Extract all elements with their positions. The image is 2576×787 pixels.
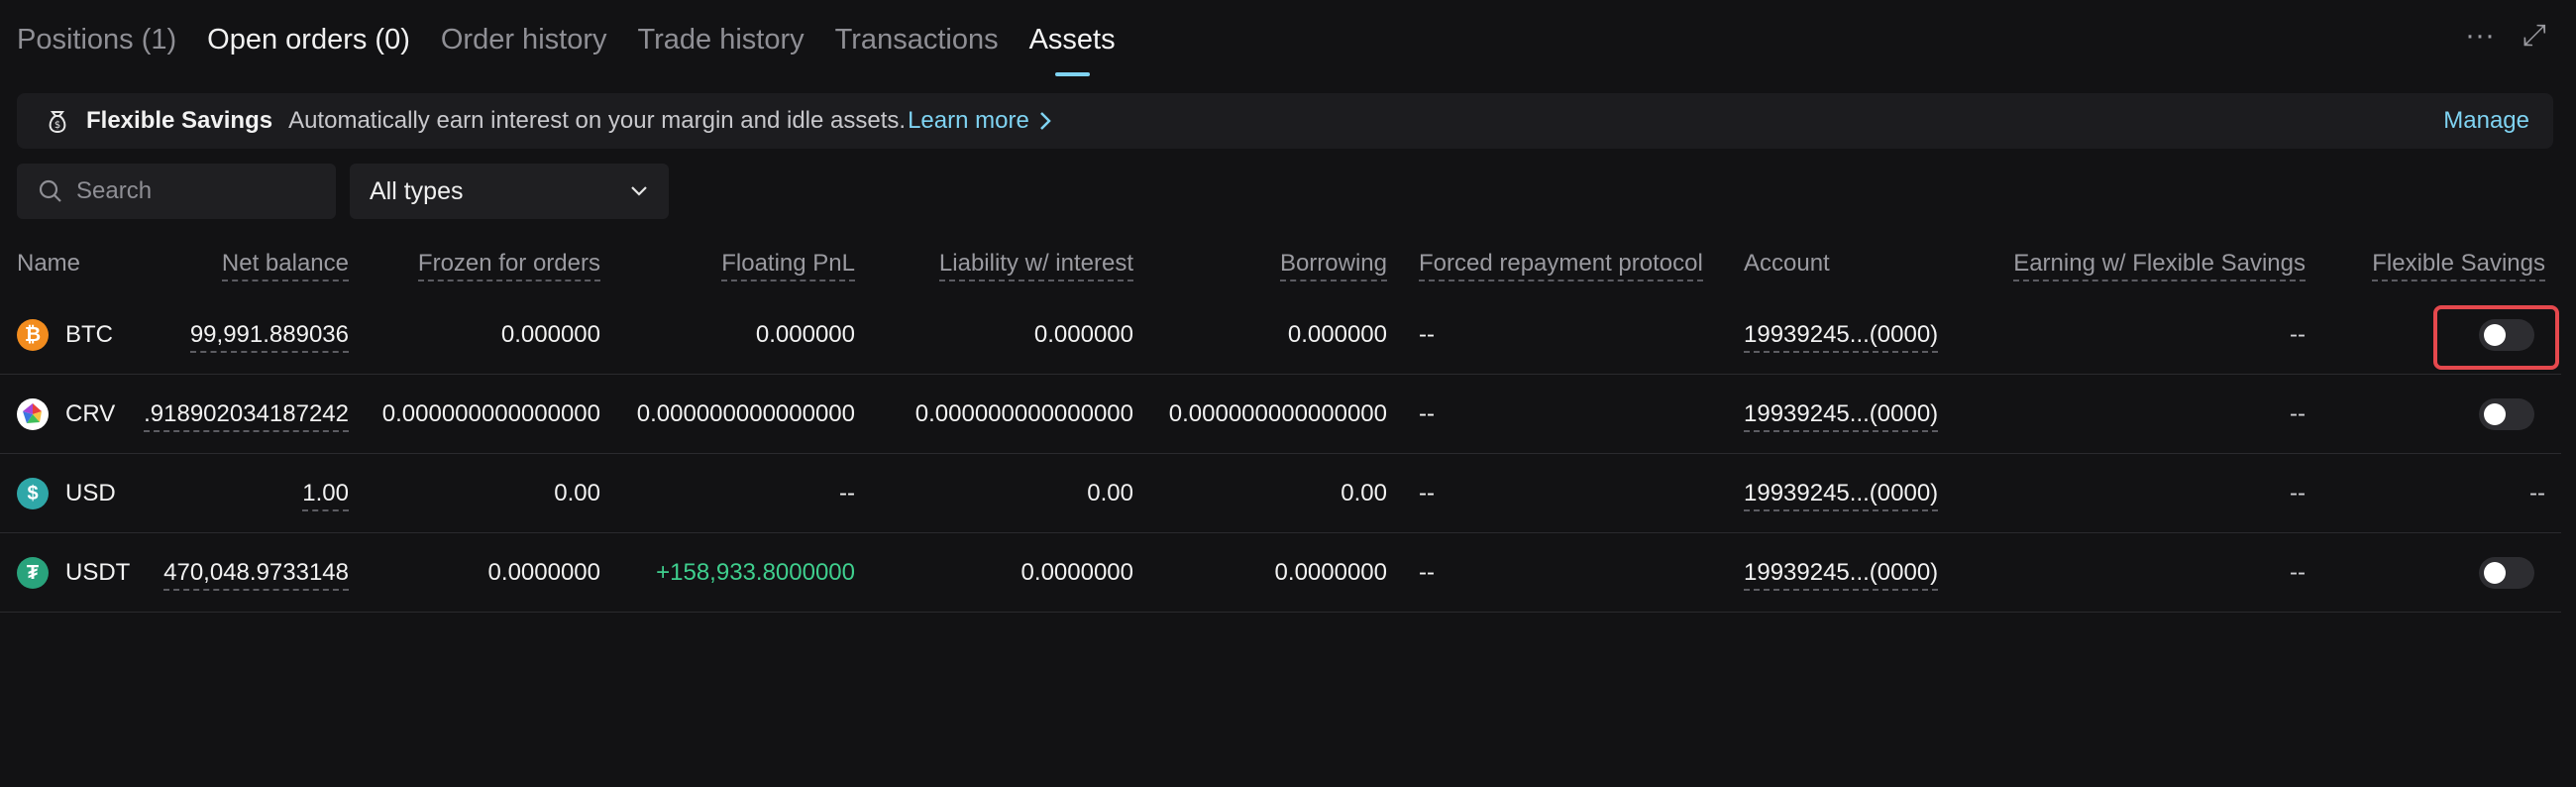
tab-assets[interactable]: Assets [1029, 25, 1116, 76]
borrowing: 0.000000 [1287, 321, 1387, 348]
col-frozen[interactable]: Frozen for orders [417, 250, 600, 281]
search-icon [39, 179, 61, 202]
usdt-icon: ₮ [17, 557, 49, 589]
borrowing: 0.000000000000000 [1168, 400, 1387, 427]
expand-icon[interactable]: ⤢ [2522, 18, 2546, 54]
floating-pnl: 0.000000000000000 [636, 400, 855, 427]
col-flexible-savings[interactable]: Flexible Savings [2372, 250, 2545, 281]
tab-transactions[interactable]: Transactions [835, 25, 999, 55]
tab-trade-history[interactable]: Trade history [637, 25, 804, 55]
btc-icon: ₿ [17, 319, 49, 351]
net-balance[interactable]: 1.00 [302, 480, 349, 511]
table-row[interactable]: CRV .918902034187242 0.000000000000000 0… [0, 375, 2561, 454]
forced-repayment: -- [1419, 480, 1435, 506]
flexible-savings-toggle[interactable] [2479, 557, 2534, 589]
col-liability[interactable]: Liability w/ interest [938, 250, 1133, 281]
coin-name: CRV [65, 400, 116, 427]
table-row[interactable]: ₮ USDT 470,048.9733148 0.0000000 +158,93… [0, 533, 2561, 613]
coin-name: USD [65, 480, 116, 506]
search-box [17, 164, 336, 219]
money-bag-icon: $ [49, 111, 66, 134]
type-select[interactable]: All types [350, 164, 669, 219]
tab-positions[interactable]: Positions (1) [17, 25, 176, 55]
table-row[interactable]: ₿ BTC 99,991.889036 0.000000 0.000000 0.… [0, 295, 2561, 375]
flexible-savings-value: -- [2529, 480, 2545, 506]
earning: -- [2290, 400, 2306, 427]
banner-title: Flexible Savings [86, 107, 273, 134]
account-link[interactable]: 19939245...(0000) [1744, 400, 1939, 432]
account-link[interactable]: 19939245...(0000) [1744, 321, 1939, 353]
liability: 0.000000 [1033, 321, 1133, 348]
manage-button[interactable]: Manage [2443, 107, 2529, 135]
floating-pnl: 0.000000 [755, 321, 855, 348]
highlight-box [2433, 305, 2559, 370]
frozen: 0.000000000000000 [381, 400, 600, 427]
type-select-value: All types [370, 176, 464, 205]
frozen: 0.0000000 [487, 559, 600, 586]
net-balance[interactable]: 470,048.9733148 [163, 559, 349, 591]
borrowing: 0.00 [1341, 480, 1387, 506]
liability: 0.0000000 [1020, 559, 1133, 586]
chevron-down-icon [631, 186, 647, 196]
earning: -- [2290, 321, 2306, 348]
table-row[interactable]: $ USD 1.00 0.00 -- 0.00 0.00 -- 19939245… [0, 454, 2561, 533]
forced-repayment: -- [1419, 559, 1435, 586]
usd-icon: $ [17, 478, 49, 509]
col-account: Account [1744, 250, 1830, 277]
net-balance[interactable]: 99,991.889036 [189, 321, 349, 353]
coin-name: USDT [65, 559, 131, 586]
earning: -- [2290, 559, 2306, 586]
coin-name: BTC [65, 321, 113, 348]
more-icon[interactable]: ··· [2465, 18, 2495, 54]
floating-pnl: +158,933.8000000 [656, 559, 855, 586]
learn-more-link[interactable]: Learn more [908, 107, 1029, 135]
earning: -- [2290, 480, 2306, 506]
search-input[interactable] [76, 177, 324, 205]
top-actions: ··· ⤢ [2465, 18, 2546, 54]
account-link[interactable]: 19939245...(0000) [1744, 559, 1939, 591]
tab-order-history[interactable]: Order history [441, 25, 607, 55]
floating-pnl: -- [839, 480, 855, 506]
forced-repayment: -- [1419, 400, 1435, 427]
crv-icon [17, 398, 49, 430]
svg-text:$: $ [54, 120, 60, 131]
net-balance[interactable]: .918902034187242 [144, 400, 349, 432]
col-earning[interactable]: Earning w/ Flexible Savings [2013, 250, 2306, 281]
flexible-savings-banner: $ Flexible Savings Automatically earn in… [17, 93, 2553, 149]
banner-description: Automatically earn interest on your marg… [288, 107, 907, 134]
col-name: Name [17, 250, 81, 277]
tab-open-orders[interactable]: Open orders (0) [207, 25, 410, 55]
chevron-right-icon[interactable] [1037, 110, 1053, 132]
tab-bar: Positions (1) Open orders (0) Order hist… [17, 0, 1146, 79]
assets-panel: Positions (1) Open orders (0) Order hist… [0, 0, 2576, 787]
frozen: 0.000000 [500, 321, 600, 348]
col-net-balance[interactable]: Net balance [221, 250, 349, 281]
liability: 0.000000000000000 [914, 400, 1133, 427]
col-forced-repayment[interactable]: Forced repayment protocol [1419, 250, 1703, 281]
crv-logo-icon [18, 399, 48, 429]
account-link[interactable]: 19939245...(0000) [1744, 480, 1939, 511]
flexible-savings-toggle[interactable] [2479, 398, 2534, 430]
col-floating-pnl[interactable]: Floating PnL [721, 250, 855, 281]
frozen: 0.00 [554, 480, 600, 506]
liability: 0.00 [1087, 480, 1133, 506]
borrowing: 0.0000000 [1274, 559, 1387, 586]
col-borrowing[interactable]: Borrowing [1279, 250, 1387, 281]
forced-repayment: -- [1419, 321, 1435, 348]
